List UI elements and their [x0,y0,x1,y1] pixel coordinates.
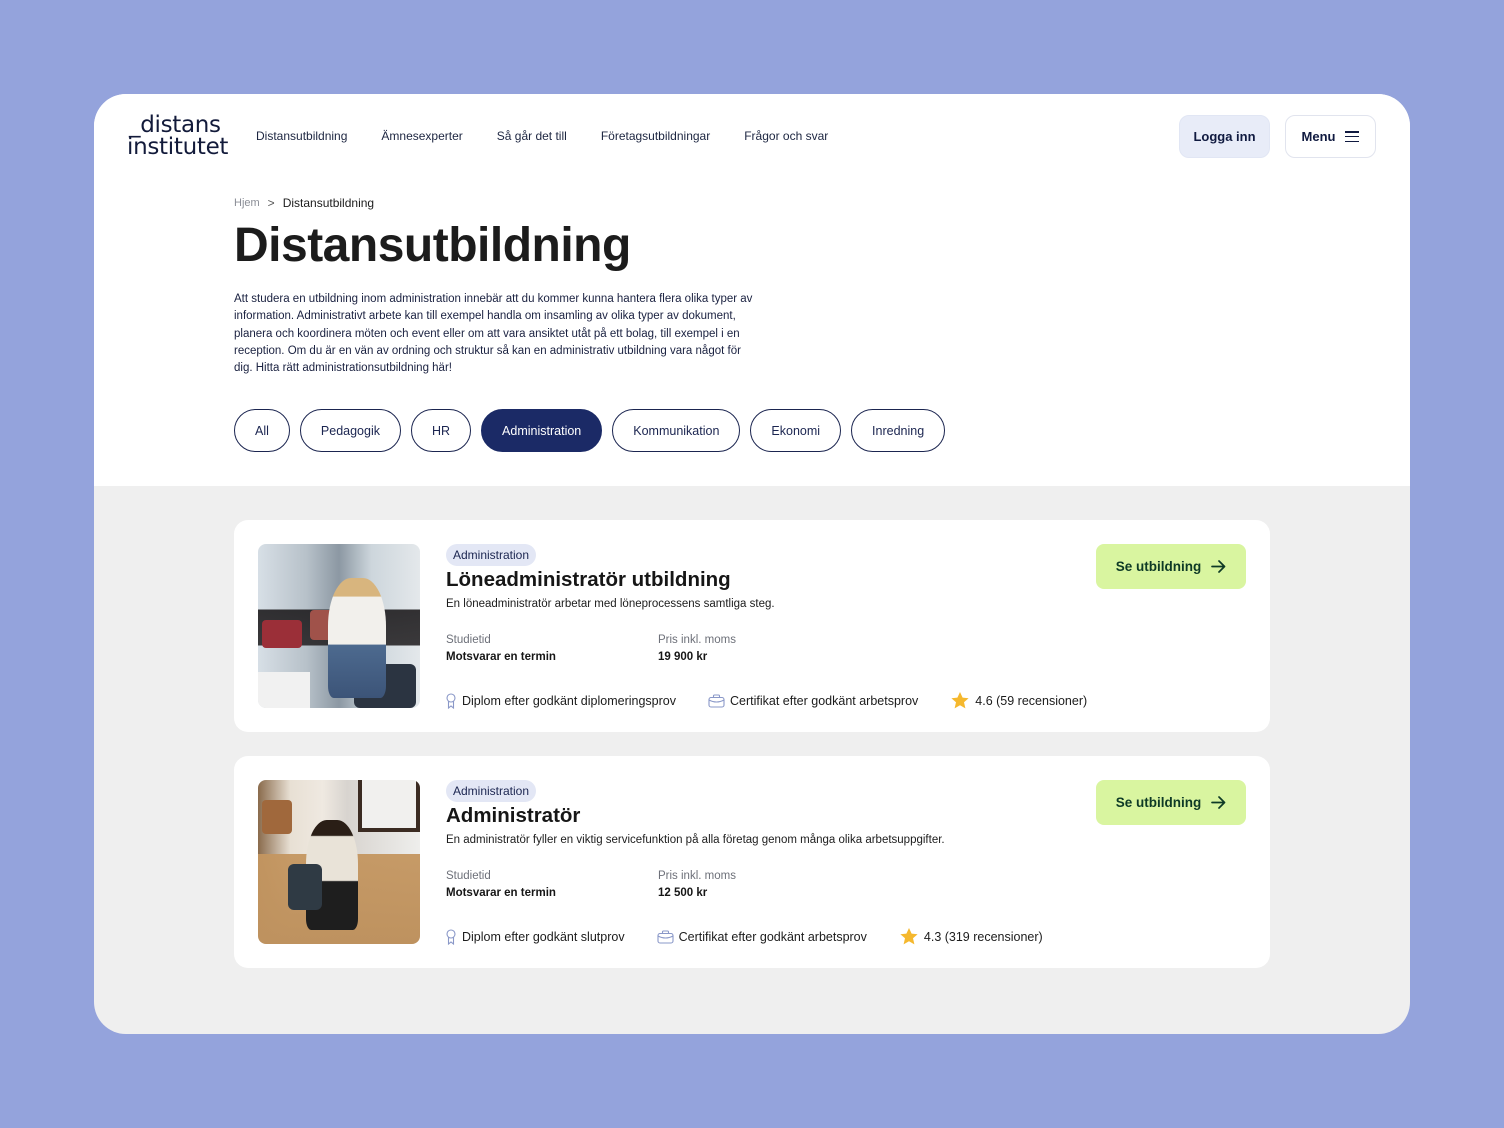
price: Pris inkl. moms 12 500 kr [658,870,736,899]
menu-button[interactable]: Menu [1285,115,1376,158]
filter-kommunikation[interactable]: Kommunikation [612,409,741,452]
chevron-right-icon: > [267,196,275,210]
study-time: Studietid Motsvarar en termin [446,634,556,663]
nav-distansutbildning[interactable]: Distansutbildning [256,129,347,143]
certificate-text: Certifikat efter godkänt arbetsprov [730,693,919,708]
filter-administration[interactable]: Administration [481,409,603,452]
course-image [258,780,420,944]
hero-section: _distans institutet Distansutbildning Äm… [94,94,1410,486]
certificate-feature: Certifikat efter godkänt arbetsprov [657,930,867,944]
study-time-label: Studietid [446,634,491,646]
star-icon [951,692,969,709]
award-ribbon-icon [446,928,456,945]
breadcrumb-current: Distansutbildning [282,196,375,210]
course-description: En administratör fyller en viktig servic… [446,834,945,846]
breadcrumb-home[interactable]: Hjem [234,197,260,209]
category-tag: Administration [446,544,537,566]
price-label: Pris inkl. moms [658,634,736,646]
main-nav: Distansutbildning Ämnesexperter Så går d… [256,129,862,143]
study-time: Studietid Motsvarar en termin [446,870,556,899]
page-intro: Att studera en utbildning inom administr… [234,293,753,375]
nav-fragor-och-svar[interactable]: Frågor och svar [744,129,828,143]
rating-text: 4.6 (59 recensioner) [975,693,1088,708]
menu-label: Menu [1301,129,1336,144]
price-value: 19 900 kr [658,651,708,663]
category-filters: All Pedagogik HR Administration Kommunik… [234,409,946,452]
arrow-right-icon [1211,796,1226,809]
star-icon [900,928,918,945]
briefcase-icon [657,929,674,944]
certificate-text: Certifikat efter godkänt arbetsprov [678,929,867,944]
price-label: Pris inkl. moms [658,870,736,882]
course-description: En löneadministratör arbetar med lönepro… [446,598,775,610]
diploma-text: Diplom efter godkänt diplomeringsprov [462,693,676,708]
award-ribbon-icon [446,692,456,709]
course-features: Diplom efter godkänt slutprov Certifikat… [445,927,1075,946]
filter-hr[interactable]: HR [410,409,472,452]
breadcrumb: Hjem > Distansutbildning [234,196,374,210]
see-course-button[interactable]: Se utbildning [1096,780,1246,825]
diploma-text: Diplom efter godkänt slutprov [462,929,625,944]
diploma-feature: Diplom efter godkänt slutprov [445,928,625,945]
login-button[interactable]: Logga inn [1179,115,1270,158]
study-time-value: Motsvarar en termin [446,887,556,899]
hamburger-icon [1345,131,1360,142]
course-title[interactable]: Löneadministratör utbildning [446,568,731,592]
course-card: Administration Löneadministratör utbildn… [234,520,1270,732]
briefcase-icon [708,693,725,708]
rating-text: 4.3 (319 recensioner) [923,929,1043,944]
filter-ekonomi[interactable]: Ekonomi [750,409,842,452]
see-course-button[interactable]: Se utbildning [1096,544,1246,589]
course-image [258,544,420,708]
nav-foretagsutbildningar[interactable]: Företagsutbildningar [601,129,710,143]
arrow-right-icon [1211,560,1226,573]
browser-frame: _distans institutet Distansutbildning Äm… [94,94,1410,1034]
logo-line-2: institutet [127,134,229,160]
course-title[interactable]: Administratör [446,804,580,828]
study-time-value: Motsvarar en termin [446,651,556,663]
filter-pedagogik[interactable]: Pedagogik [299,409,401,452]
nav-amnesexperter[interactable]: Ämnesexperter [381,129,462,143]
nav-sa-gar-det-till[interactable]: Så går det till [497,129,567,143]
category-tag: Administration [446,780,537,802]
certificate-feature: Certifikat efter godkänt arbetsprov [708,694,918,708]
course-features: Diplom efter godkänt diplomeringsprov Ce… [445,691,1119,710]
diploma-feature: Diplom efter godkänt diplomeringsprov [445,692,676,709]
filter-all[interactable]: All [234,409,290,452]
price-value: 12 500 kr [658,887,708,899]
filter-inredning[interactable]: Inredning [851,409,946,452]
rating-feature: 4.6 (59 recensioner) [950,691,1087,710]
course-card: Administration Administratör En administ… [234,756,1270,968]
site-logo[interactable]: _distans institutet [127,112,229,160]
study-time-label: Studietid [446,870,491,882]
see-course-label: Se utbildning [1115,559,1202,574]
price: Pris inkl. moms 19 900 kr [658,634,736,663]
rating-feature: 4.3 (319 recensioner) [899,927,1043,946]
page-title: Distansutbildning [234,219,631,272]
see-course-label: Se utbildning [1115,795,1202,810]
logo-line-1: _distans [129,112,221,138]
